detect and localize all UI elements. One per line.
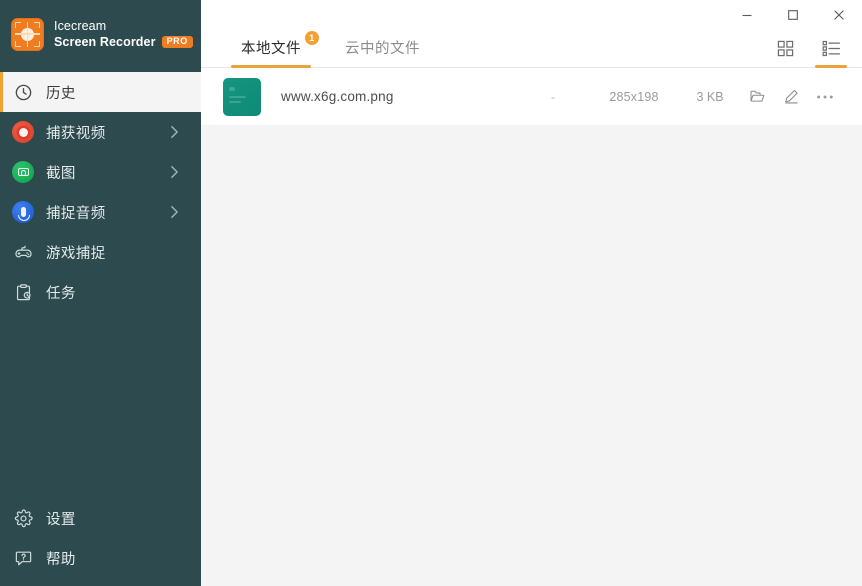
list-view-icon[interactable] bbox=[815, 37, 847, 68]
tab-cloud-files[interactable]: 云中的文件 bbox=[339, 37, 426, 67]
tab-badge-count: 1 bbox=[305, 31, 319, 45]
sidebar-item-screenshot[interactable]: 截图 bbox=[0, 152, 201, 192]
file-duration: - bbox=[551, 89, 555, 104]
sidebar: Icecream Screen Recorder PRO 历史 捕获视频 截图 … bbox=[0, 0, 201, 586]
gamepad-icon bbox=[10, 239, 36, 265]
file-dimensions: 285x198 bbox=[609, 89, 659, 104]
tab-label: 本地文件 bbox=[241, 41, 301, 57]
sidebar-item-label: 历史 bbox=[46, 85, 76, 102]
table-row[interactable]: www.x6g.com.png - 285x198 3 KB bbox=[201, 68, 862, 125]
tab-label: 云中的文件 bbox=[345, 41, 420, 57]
sidebar-item-label: 捕获视频 bbox=[46, 125, 106, 142]
tab-bar: 本地文件 1 云中的文件 bbox=[201, 30, 862, 68]
open-folder-icon[interactable] bbox=[740, 80, 774, 114]
sidebar-item-tasks[interactable]: 任务 bbox=[0, 272, 201, 312]
pro-badge: PRO bbox=[161, 35, 193, 49]
edit-pencil-icon[interactable] bbox=[774, 80, 808, 114]
file-name: www.x6g.com.png bbox=[281, 89, 394, 104]
gear-icon bbox=[10, 505, 36, 531]
brand-text: Icecream Screen Recorder PRO bbox=[54, 18, 193, 50]
app-brand: Icecream Screen Recorder PRO bbox=[0, 0, 201, 68]
sidebar-item-label: 帮助 bbox=[46, 551, 76, 568]
grid-view-icon[interactable] bbox=[772, 37, 798, 63]
sidebar-bottom-nav: 设置 帮助 bbox=[0, 498, 201, 586]
sidebar-nav: 历史 捕获视频 截图 捕捉音频 游戏捕捉 任务 bbox=[0, 68, 201, 312]
more-options-icon[interactable] bbox=[808, 80, 842, 114]
view-toggle-group bbox=[772, 37, 847, 68]
main-area: 本地文件 1 云中的文件 www.x6g.com.png - 285x198 3… bbox=[201, 0, 862, 586]
sidebar-item-settings[interactable]: 设置 bbox=[0, 498, 201, 538]
window-titlebar bbox=[201, 0, 862, 30]
microphone-icon bbox=[10, 199, 36, 225]
sidebar-item-history[interactable]: 历史 bbox=[0, 72, 201, 112]
file-size: 3 KB bbox=[696, 89, 724, 104]
brand-line-2: Screen Recorder bbox=[54, 35, 156, 49]
sidebar-item-game-capture[interactable]: 游戏捕捉 bbox=[0, 232, 201, 272]
tab-local-files[interactable]: 本地文件 1 bbox=[231, 31, 319, 68]
sidebar-item-label: 任务 bbox=[46, 285, 76, 302]
maximize-button[interactable] bbox=[770, 0, 816, 30]
chevron-right-icon bbox=[170, 125, 179, 139]
help-question-icon bbox=[10, 545, 36, 571]
chevron-right-icon bbox=[170, 205, 179, 219]
record-video-icon bbox=[10, 119, 36, 145]
app-logo-icon bbox=[11, 17, 44, 51]
file-list: www.x6g.com.png - 285x198 3 KB bbox=[201, 68, 862, 125]
minimize-button[interactable] bbox=[724, 0, 770, 30]
chevron-right-icon bbox=[170, 165, 179, 179]
sidebar-item-label: 截图 bbox=[46, 165, 76, 182]
sidebar-item-label: 游戏捕捉 bbox=[46, 245, 106, 262]
app-window: Icecream Screen Recorder PRO 历史 捕获视频 截图 … bbox=[0, 0, 862, 586]
brand-line-1: Icecream bbox=[54, 19, 107, 33]
screenshot-camera-icon bbox=[10, 159, 36, 185]
sidebar-item-capture-video[interactable]: 捕获视频 bbox=[0, 112, 201, 152]
clock-icon bbox=[10, 79, 36, 105]
file-thumbnail bbox=[223, 77, 261, 116]
sidebar-item-label: 捕捉音频 bbox=[46, 205, 106, 222]
task-clipboard-icon bbox=[10, 279, 36, 305]
sidebar-item-capture-audio[interactable]: 捕捉音频 bbox=[0, 192, 201, 232]
sidebar-item-help[interactable]: 帮助 bbox=[0, 538, 201, 578]
close-button[interactable] bbox=[816, 0, 862, 30]
content-area: www.x6g.com.png - 285x198 3 KB bbox=[201, 68, 862, 586]
sidebar-item-label: 设置 bbox=[46, 511, 76, 528]
